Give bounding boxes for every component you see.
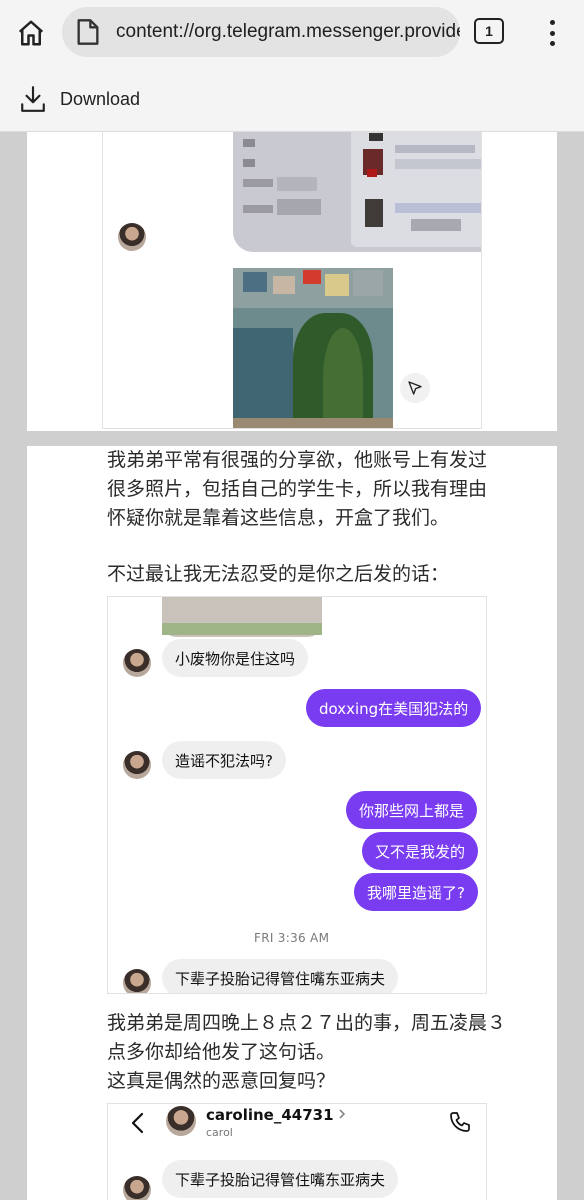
avatar <box>118 223 146 251</box>
screenshot-frame-1 <box>102 132 482 429</box>
message-bubble-incoming: 下辈子投胎记得管住嘴东亚病夫 <box>162 959 399 993</box>
avatar <box>123 751 151 779</box>
paragraph-1-line: 怀疑你就是靠着这些信息，开盒了我们。 <box>107 507 450 529</box>
paragraph-1-line: 很多照片，包括自己的学生卡，所以我有理由 <box>107 478 488 500</box>
photo-image <box>233 268 393 428</box>
url-text: content://org.telegram.messenger.provide… <box>116 21 460 42</box>
message-bubble-outgoing: 我哪里造谣了? <box>354 873 478 911</box>
browser-toolbar: content://org.telegram.messenger.provide… <box>0 0 584 68</box>
file-icon <box>77 19 99 45</box>
document-page-2: 我弟弟平常有很强的分享欲，他账号上有发过 很多照片，包括自己的学生卡，所以我有理… <box>27 446 557 1200</box>
share-icon[interactable] <box>400 373 430 403</box>
profile-username[interactable]: caroline_44731 <box>206 1106 334 1124</box>
id-document-image <box>233 132 481 252</box>
paragraph-3: 我弟弟是周四晚上８点２７出的事，周五凌晨３ 点多你却给他发了这句话。 这真是偶然… <box>107 1009 506 1096</box>
paragraph-2: 不过最让我无法忍受的是你之后发的话： <box>107 563 450 585</box>
id-document-inner <box>351 132 481 247</box>
tab-switcher-button[interactable]: 1 <box>474 18 504 44</box>
avatar <box>123 649 151 677</box>
paragraph-3-line: 这真是偶然的恶意回复吗？ <box>107 1070 336 1092</box>
profile-display-name: carol <box>206 1126 233 1139</box>
document-page-1 <box>27 132 557 431</box>
paragraph-3-line: 我弟弟是周四晚上８点２７出的事，周五凌晨３ <box>107 1012 507 1034</box>
message-bubble-incoming: 小废物你是住这吗 <box>162 639 309 677</box>
avatar <box>123 969 151 993</box>
chevron-right-icon <box>339 1109 346 1119</box>
chat-screenshot-1: 小废物你是住这吗 doxxing在美国犯法的 造谣不犯法吗? 你那些网上都是 又… <box>107 596 487 994</box>
message-bubble-outgoing: 又不是我发的 <box>362 832 479 870</box>
address-bar[interactable]: content://org.telegram.messenger.provide… <box>62 7 460 57</box>
download-icon[interactable] <box>20 85 46 113</box>
message-bubble-outgoing: doxxing在美国犯法的 <box>306 689 482 727</box>
phone-icon[interactable] <box>448 1110 472 1134</box>
download-label[interactable]: Download <box>60 89 140 110</box>
paragraph-1-line: 我弟弟平常有很强的分享欲，他账号上有发过 <box>107 449 488 471</box>
message-bubble-incoming: 下辈子投胎记得管住嘴东亚病夫 <box>162 1160 399 1198</box>
avatar <box>123 1176 151 1200</box>
back-arrow-icon[interactable] <box>130 1112 146 1134</box>
message-bubble-incoming: 造谣不犯法吗? <box>162 741 286 779</box>
paragraph-1: 我弟弟平常有很强的分享欲，他账号上有发过 很多照片，包括自己的学生卡，所以我有理… <box>107 446 487 533</box>
profile-avatar[interactable] <box>166 1106 196 1136</box>
more-menu-icon[interactable] <box>538 16 566 50</box>
chat-screenshot-2: caroline_44731 carol 下辈子投胎记得管住嘴东亚病夫 <box>107 1103 487 1200</box>
download-bar: Download <box>0 68 584 132</box>
home-icon[interactable] <box>14 16 48 50</box>
message-bubble-outgoing: 你那些网上都是 <box>346 791 478 829</box>
message-timestamp: FRI 3:36 AM <box>254 931 330 945</box>
paragraph-3-line: 点多你却给他发了这句话。 <box>107 1041 336 1063</box>
